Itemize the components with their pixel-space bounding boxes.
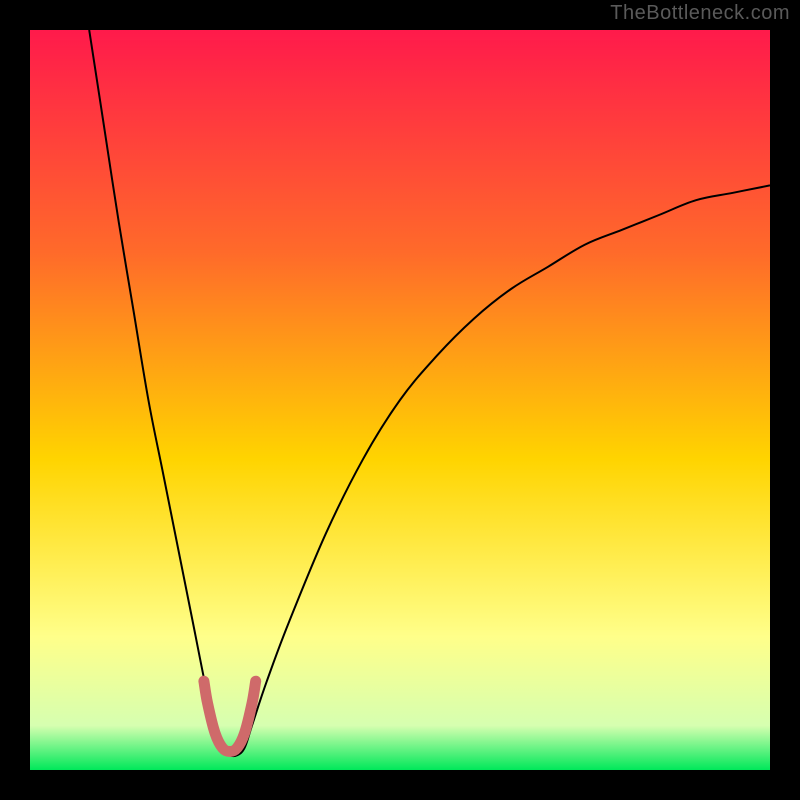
- chart-svg: [30, 30, 770, 770]
- chart-frame: TheBottleneck.com: [0, 0, 800, 800]
- watermark-text: TheBottleneck.com: [610, 2, 790, 25]
- plot-area: [30, 30, 770, 770]
